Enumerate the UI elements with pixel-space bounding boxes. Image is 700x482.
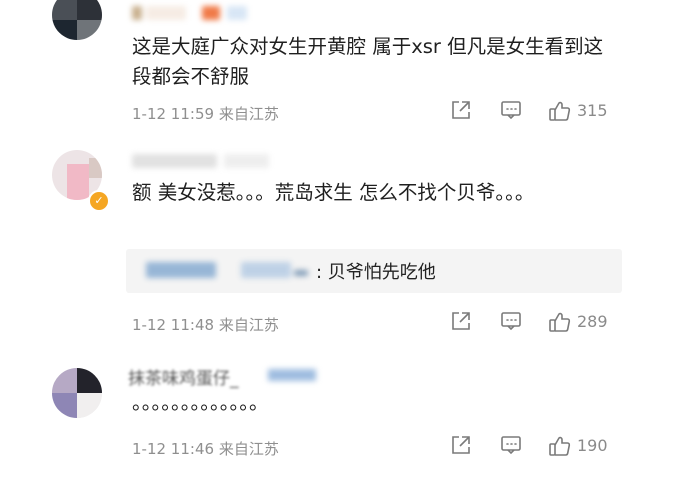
- comment-icon: [501, 312, 521, 331]
- comment-time: 1-12 11:48: [132, 316, 215, 334]
- username[interactable]: [132, 152, 282, 170]
- thumbs-up-icon: [549, 436, 571, 456]
- comment-location: 来自江苏: [218, 105, 279, 123]
- avatar[interactable]: [52, 368, 102, 418]
- share-button[interactable]: [450, 310, 472, 336]
- thumbs-up-icon: [549, 312, 571, 332]
- like-button[interactable]: [548, 434, 572, 462]
- share-button[interactable]: [450, 434, 472, 460]
- comment-item: 这是大庭广众对女生开黄腔 属于xsr 但凡是女生看到这段都会不舒服 1-12 1…: [0, 0, 700, 140]
- username[interactable]: [132, 4, 282, 22]
- reply-usernames: [146, 260, 311, 280]
- comment-icon: [501, 101, 521, 120]
- comment-meta: 1-12 11:48 来自江苏: [132, 314, 279, 335]
- comment-meta: 1-12 11:59 来自江苏: [132, 103, 279, 124]
- like-button[interactable]: [548, 99, 572, 127]
- comment-text: 。。。。。。。。。。。。。: [132, 391, 269, 414]
- comment-actions: 190: [450, 434, 620, 460]
- comment-text: 额 美女没惹。。。荒岛求生 怎么不找个贝爷。。。: [132, 181, 535, 204]
- comment-item: 抹茶味鸡蛋仔_ 。。。。。。。。。。。。。 1-12 11:46 来自江苏 19…: [0, 352, 700, 482]
- share-icon: [452, 101, 470, 119]
- reply-button[interactable]: [500, 310, 522, 336]
- like-button[interactable]: [548, 310, 572, 338]
- comment-time: 1-12 11:46: [132, 440, 215, 458]
- comment-time: 1-12 11:59: [132, 105, 215, 123]
- reply-preview[interactable]: : 贝爷怕先吃他: [126, 249, 622, 293]
- comment-location: 来自江苏: [218, 440, 279, 458]
- avatar[interactable]: [52, 0, 102, 40]
- share-button[interactable]: [450, 99, 472, 125]
- like-count: 289: [577, 312, 608, 331]
- comment-location: 来自江苏: [218, 316, 279, 334]
- reply-text: : 贝爷怕先吃他: [316, 262, 436, 283]
- username-redaction: [268, 369, 316, 381]
- comment-actions: 289: [450, 310, 620, 336]
- comment-item: ✓ 额 美女没惹。。。荒岛求生 怎么不找个贝爷。。。 : 贝爷怕先吃他 1-12…: [0, 140, 700, 340]
- username[interactable]: 抹茶味鸡蛋仔_: [128, 364, 316, 389]
- username-text: 抹茶味鸡蛋仔_: [128, 369, 239, 389]
- comment-meta: 1-12 11:46 来自江苏: [132, 438, 279, 459]
- thumbs-up-icon: [549, 101, 571, 121]
- like-count: 315: [577, 101, 608, 120]
- reply-button[interactable]: [500, 99, 522, 125]
- comment-text: 这是大庭广众对女生开黄腔 属于xsr 但凡是女生看到这段都会不舒服: [132, 35, 604, 88]
- like-count: 190: [577, 436, 608, 455]
- share-icon: [452, 312, 470, 330]
- reply-button[interactable]: [500, 434, 522, 460]
- verified-badge-icon: ✓: [88, 190, 110, 212]
- share-icon: [452, 436, 470, 454]
- comment-icon: [501, 436, 521, 455]
- comment-actions: 315: [450, 99, 620, 125]
